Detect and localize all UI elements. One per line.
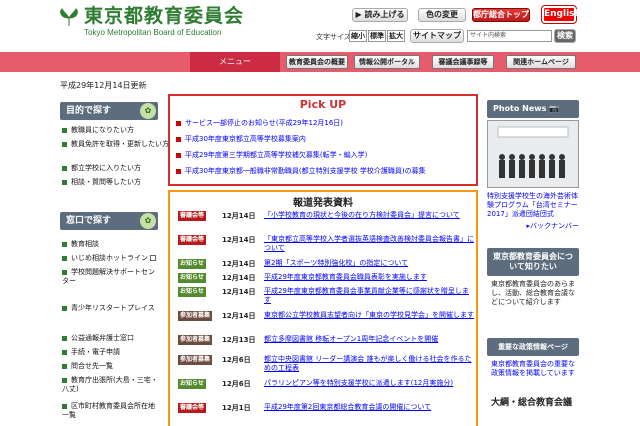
sitemap-button[interactable]: サイトマップ	[410, 29, 464, 43]
press-row[interactable]: 審議会等 12月14日 「小学校教育の現状と今後の在り方検討委員会」提言について	[178, 210, 474, 224]
press-row[interactable]: 参加者募集 12月14日 東京都公立学校教員志望者向け「東京の学校見学会」を開催しま…	[178, 310, 474, 324]
press-row[interactable]: 審議会等 12月1日 平成29年度第2回東京都総合教育会議の開催について	[178, 402, 474, 416]
english-button[interactable]: English	[542, 6, 581, 23]
press-row[interactable]: 参加者募集 12月6日 都立中央図書館 リーダー講演会 誰もが楽しく働ける社会を作る…	[178, 354, 474, 372]
general-title[interactable]: 大綱・総合教育会議	[491, 398, 579, 409]
color-change-button[interactable]: 色の変更	[418, 8, 466, 22]
photo-news-title: Photo News 📷	[487, 100, 579, 118]
pickup-item[interactable]: サービス一部停止のお知らせ(平成29年12月16日)	[176, 118, 343, 128]
window-item[interactable]: 区市町村教育委員会所在地一覧	[62, 402, 158, 420]
policy-title[interactable]: 重要な政策情報ページ	[487, 338, 579, 356]
nav-related[interactable]: 関連ホームページ	[506, 55, 576, 69]
window-title: 窓口で探す ✿	[60, 212, 158, 230]
read-aloud-button[interactable]: ▶ 読み上げる	[352, 8, 408, 22]
press-row[interactable]: 審議会等 12月14日 「東京都立高等学校入学者選抜英語検査改善検討委員会報告書」に…	[178, 234, 474, 252]
know-text: 東京都教育委員会のあらまし、活動、総合教育会議などについて紹介します	[491, 280, 575, 306]
search-input[interactable]: サイト内検索	[467, 30, 552, 42]
purpose-item[interactable]: 教職員になりたい方	[62, 126, 134, 135]
leaf-icon: ✿	[140, 103, 156, 119]
press-row[interactable]: お知らせ 12月14日 平成29年度東京都教育委員会事業貢献企業等に感謝状を贈呈しま…	[178, 286, 474, 304]
purpose-title: 目的で探す ✿	[60, 102, 158, 120]
window-item[interactable]: いじめ相談ホットライン	[62, 254, 156, 263]
purpose-item[interactable]: 相談・質問等したい方	[62, 178, 141, 187]
press-row[interactable]: お知らせ 12月6日 パラリンピアン等を特別支援学校に派遣します(12月実施分)	[178, 378, 474, 392]
pickup-title: Pick UP	[299, 98, 347, 111]
font-size-label: 文字サイズ	[316, 33, 351, 41]
search-button[interactable]: 検索	[554, 29, 576, 43]
group-photo-icon	[488, 121, 578, 187]
policy-text[interactable]: 東京都教育委員会の重要な政策情報を掲載しています	[491, 360, 579, 378]
nav-info-portal[interactable]: 情報公開ポータル	[354, 55, 420, 69]
window-item[interactable]: 学校問題解決サポートセンター	[62, 268, 158, 286]
logo-english: Tokyo Metropolitan Board of Education	[84, 28, 222, 37]
window-item[interactable]: 問合せ先一覧	[62, 362, 113, 371]
pickup-item[interactable]: 平成30年度東京都一般職非常勤職員(都立特別支援学校 学校介護職員)の募集	[176, 166, 426, 176]
font-small-button[interactable]: 縮小	[349, 30, 367, 42]
back-number-link[interactable]: ▸バックナンバー	[487, 222, 579, 231]
press-title: 報道発表資料	[293, 198, 353, 209]
camera-icon: 📷	[549, 104, 560, 113]
photo-caption[interactable]: 特別支援学校生の海外芸術体験プログラム「台湾セミナー2017」派遣団結団式	[487, 192, 579, 219]
window-item[interactable]: 手続・電子申請	[62, 348, 120, 357]
pickup-item[interactable]: 平成29年度第三学期都立高等学校補欠募集(転学・編入学)	[176, 150, 367, 160]
font-large-button[interactable]: 拡大	[387, 30, 405, 42]
nav-minutes[interactable]: 審議会議事録等	[432, 55, 494, 69]
leaf-icon: ✿	[140, 213, 156, 229]
pickup-item[interactable]: 平成30年度東京都立高等学校募集案内	[176, 134, 306, 144]
updated-date: 平成29年12月14日更新	[60, 81, 147, 90]
header: 東京都教育委員会 Tokyo Metropolitan Board of Edu…	[0, 0, 640, 50]
nav-overview[interactable]: 教育委員会の概要	[286, 55, 348, 69]
font-standard-button[interactable]: 標準	[368, 30, 386, 42]
pickup-box: Pick UP サービス一部停止のお知らせ(平成29年12月16日) 平成30年…	[168, 94, 478, 186]
speaker-icon: ▶	[355, 10, 362, 19]
window-item[interactable]: 教育相談	[62, 240, 99, 249]
purpose-item[interactable]: 都立学校に入りたい方	[62, 164, 141, 173]
nav-menu-label: メニュー	[190, 52, 280, 72]
press-box: 報道発表資料 審議会等 12月14日 「小学校教育の現状と今後の在り方検討委員会」提…	[168, 190, 478, 426]
external-link-icon	[150, 255, 156, 261]
site-logo[interactable]: 東京都教育委員会 Tokyo Metropolitan Board of Edu…	[58, 5, 245, 37]
logo-text: 東京都教育委員会	[84, 5, 245, 27]
window-item[interactable]: 青少年リスタートプレイス	[62, 304, 158, 313]
ginkgo-leaf-icon	[60, 8, 78, 26]
press-row[interactable]: 参加者募集 12月13日 都立多摩図書館 移転オープン1周年記念イベントを開催	[178, 334, 474, 348]
press-row[interactable]: お知らせ 12月14日 平成29年度東京都教育委員会職員表彰を実施します	[178, 272, 474, 286]
press-row[interactable]: お知らせ 12月14日 第2期「スポーツ特別強化校」の指定について	[178, 258, 474, 272]
know-title[interactable]: 東京都教育委員会について知りたい	[487, 248, 579, 276]
photo-news-image[interactable]	[487, 120, 579, 188]
tokyo-top-button[interactable]: 都庁総合トップ	[472, 8, 530, 22]
purpose-item[interactable]: 教員免許を取得・更新したい方	[62, 140, 169, 149]
window-item[interactable]: 公益通報弁護士窓口	[62, 334, 134, 343]
window-item[interactable]: 教育庁出張所(大島・三宅・八丈)	[62, 376, 158, 394]
